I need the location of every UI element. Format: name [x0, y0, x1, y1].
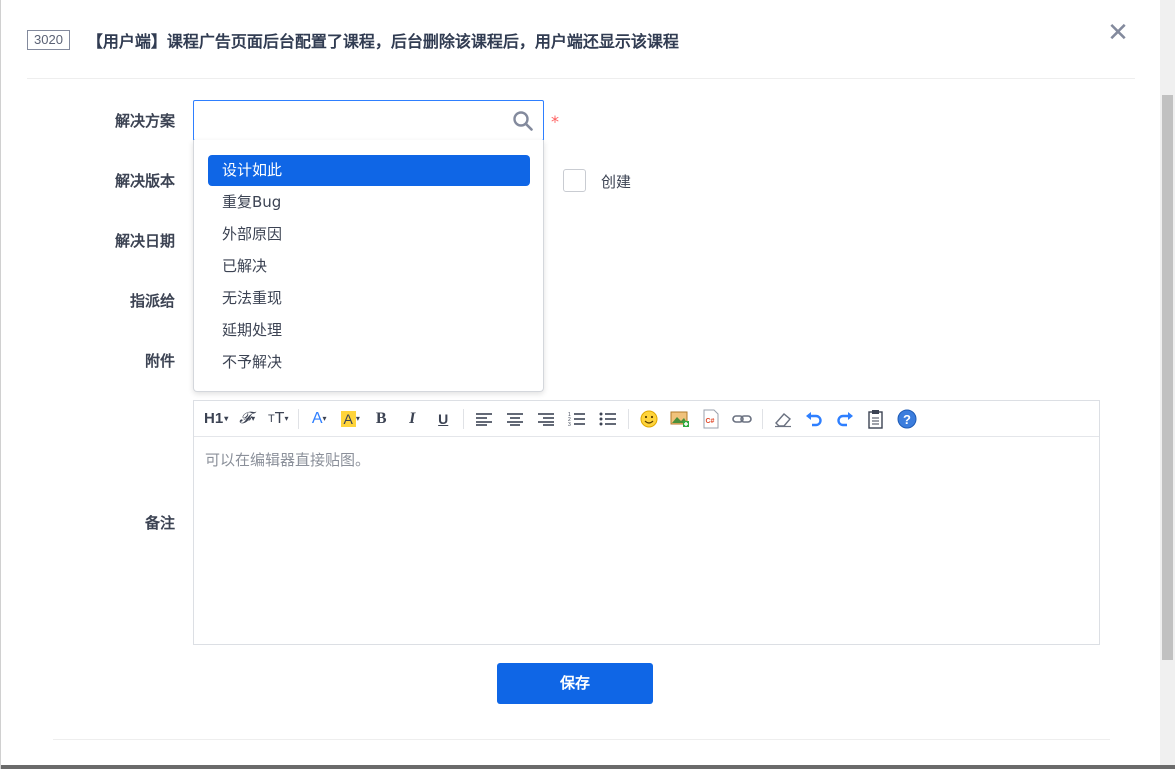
italic-icon[interactable]: I — [400, 407, 424, 431]
toolbar-separator — [628, 408, 630, 429]
option-not-reproducible[interactable]: 无法重现 — [208, 283, 530, 314]
toolbar-separator — [463, 408, 465, 429]
svg-text:3: 3 — [568, 422, 571, 427]
heading-icon[interactable]: H1 ▾ — [204, 407, 228, 431]
remark-editor: H1 ▾ 𝓕 ▾ T T ▾ A ▾ A ▾ B I U 123 C# ? 可以… — [193, 400, 1100, 645]
option-fixed[interactable]: 已解决 — [208, 251, 530, 282]
solution-dropdown: 设计如此 重复Bug 外部原因 已解决 无法重现 延期处理 不予解决 — [193, 140, 544, 392]
editor-placeholder[interactable]: 可以在编辑器直接贴图。 — [205, 449, 370, 470]
svg-text:?: ? — [903, 412, 911, 427]
redo-icon[interactable] — [833, 407, 857, 431]
paste-icon[interactable] — [864, 407, 888, 431]
save-button[interactable]: 保存 — [497, 663, 653, 704]
solution-select[interactable] — [193, 100, 544, 141]
option-by-design[interactable]: 设计如此 — [208, 155, 530, 186]
highlight-color-icon[interactable]: A ▾ — [338, 407, 362, 431]
ordered-list-icon[interactable]: 123 — [565, 407, 589, 431]
unordered-list-icon[interactable] — [596, 407, 620, 431]
option-postponed[interactable]: 延期处理 — [208, 315, 530, 346]
align-right-icon[interactable] — [534, 407, 558, 431]
font-family-icon[interactable]: 𝓕 ▾ — [235, 407, 259, 431]
align-center-icon[interactable] — [503, 407, 527, 431]
bug-id-badge: 3020 — [27, 30, 70, 50]
heading-label: H1 — [204, 410, 224, 427]
scrollbar-thumb[interactable] — [1162, 95, 1173, 660]
date-label: 解决日期 — [114, 232, 175, 250]
solution-label: 解决方案 — [114, 112, 175, 130]
font-size-icon[interactable]: T T ▾ — [266, 407, 290, 431]
eraser-icon[interactable] — [771, 407, 795, 431]
image-icon[interactable] — [668, 407, 692, 431]
option-wont-fix[interactable]: 不予解决 — [208, 347, 530, 378]
code-icon[interactable]: C# — [699, 407, 723, 431]
font-color-icon[interactable]: A ▾ — [307, 407, 331, 431]
resolve-bug-modal: 3020 【用户端】课程广告页面后台配置了课程，后台删除该课程后，用户端还显示该… — [0, 0, 1175, 769]
search-icon — [513, 111, 533, 131]
assign-label: 指派给 — [129, 292, 175, 310]
create-version-checkbox[interactable] — [563, 169, 586, 192]
close-icon[interactable]: ✕ — [1103, 18, 1133, 48]
create-version-label: 创建 — [601, 173, 632, 191]
attachment-label: 附件 — [144, 352, 175, 370]
toolbar-separator — [298, 408, 300, 429]
emoji-icon[interactable] — [637, 407, 661, 431]
remark-label: 备注 — [144, 514, 175, 532]
bold-icon[interactable]: B — [369, 407, 393, 431]
help-icon[interactable]: ? — [895, 407, 919, 431]
option-external[interactable]: 外部原因 — [208, 219, 530, 250]
required-mark: * — [551, 112, 559, 131]
version-label: 解决版本 — [114, 172, 175, 190]
align-left-icon[interactable] — [472, 407, 496, 431]
svg-text:C#: C# — [706, 418, 715, 425]
bug-title: 【用户端】课程广告页面后台配置了课程，后台删除该课程后，用户端还显示该课程 — [86, 32, 679, 51]
footer-divider — [53, 739, 1110, 740]
option-duplicate[interactable]: 重复Bug — [208, 187, 530, 218]
window-bottom-edge — [1, 765, 1175, 769]
underline-icon[interactable]: U — [431, 407, 455, 431]
modal-header: 3020 【用户端】课程广告页面后台配置了课程，后台删除该课程后，用户端还显示该… — [27, 18, 679, 62]
scrollbar-track[interactable] — [1160, 0, 1175, 765]
editor-toolbar: H1 ▾ 𝓕 ▾ T T ▾ A ▾ A ▾ B I U 123 C# ? — [194, 401, 1099, 437]
link-icon[interactable] — [730, 407, 754, 431]
undo-icon[interactable] — [802, 407, 826, 431]
header-divider — [27, 78, 1135, 79]
toolbar-separator — [762, 408, 764, 429]
